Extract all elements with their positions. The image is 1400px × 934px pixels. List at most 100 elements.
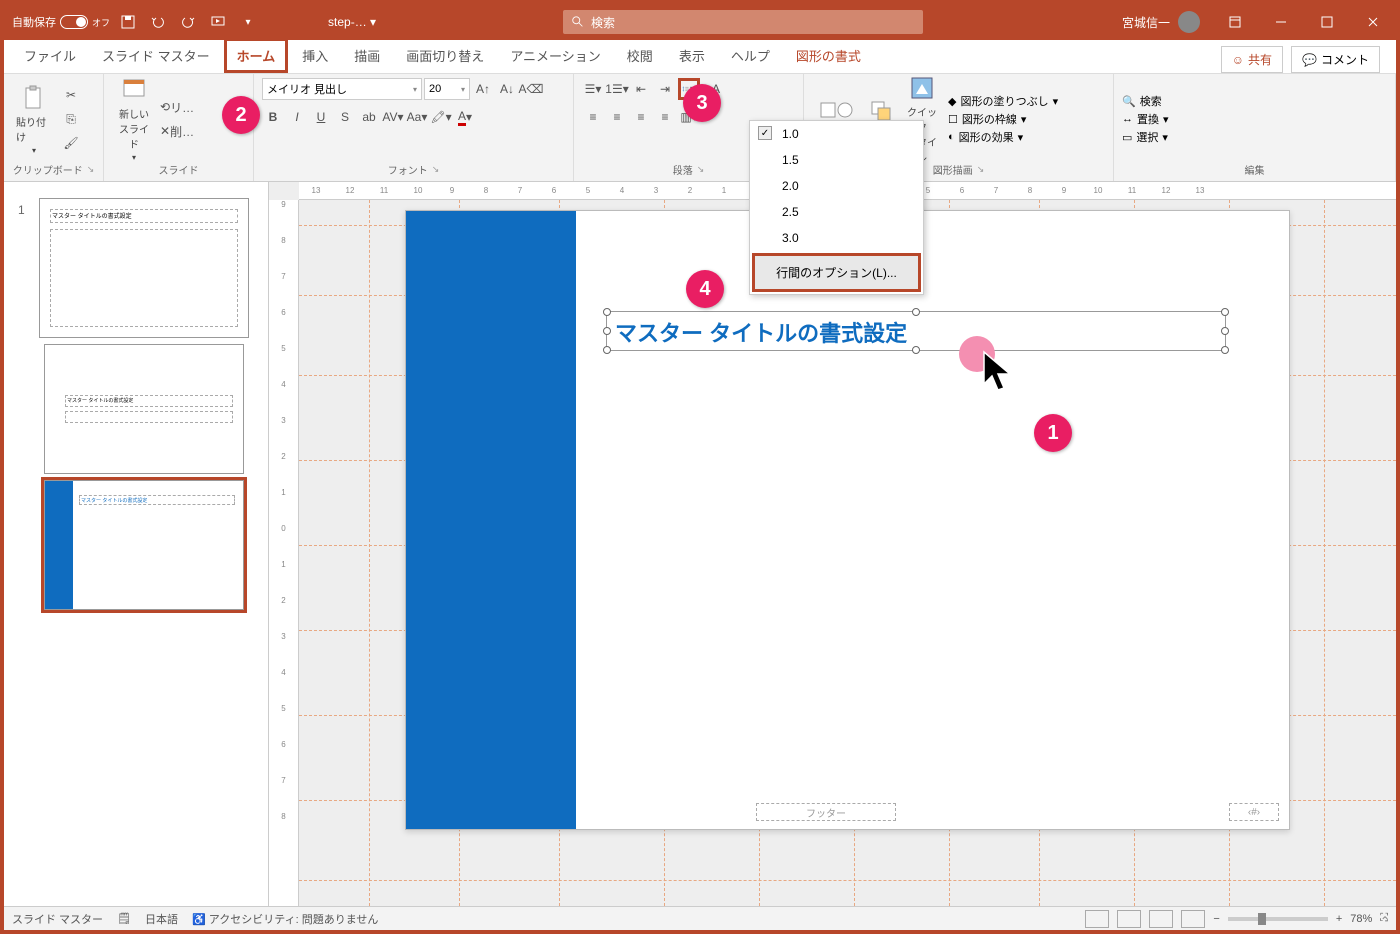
tab-animations[interactable]: アニメーション (498, 38, 612, 73)
copy-icon[interactable]: ⎘ (60, 108, 82, 130)
drawing-launcher-icon[interactable]: ↘ (977, 164, 985, 175)
font-size-combo[interactable]: 20▾ (424, 78, 470, 100)
bold-icon[interactable]: B (262, 106, 284, 128)
tab-draw[interactable]: 描画 (342, 38, 392, 73)
align-justify-icon[interactable]: ≡ (654, 106, 676, 128)
shape-fill-button[interactable]: ◆ 図形の塗りつぶし ▾ (948, 93, 1058, 109)
tab-view[interactable]: 表示 (667, 38, 717, 73)
minimize-icon[interactable] (1258, 4, 1304, 40)
shape-outline-button[interactable]: ☐ 図形の枠線 ▾ (948, 111, 1058, 127)
bullets-icon[interactable]: ☰▾ (582, 78, 604, 100)
normal-view-icon[interactable] (1085, 910, 1109, 928)
master-thumbnail[interactable]: 1 マスター タイトルの書式設定 (39, 198, 249, 338)
line-spacing-2-0[interactable]: 2.0 (750, 173, 923, 199)
indent-decrease-icon[interactable]: ⇤ (630, 78, 652, 100)
callout-2: 2 (222, 96, 260, 134)
close-icon[interactable] (1350, 4, 1396, 40)
reading-view-icon[interactable] (1149, 910, 1173, 928)
page-number-placeholder[interactable]: ‹#› (1229, 803, 1279, 821)
slideshow-view-icon[interactable] (1181, 910, 1205, 928)
new-slide-button[interactable]: 新しい スライド▾ (112, 83, 156, 155)
sorter-view-icon[interactable] (1117, 910, 1141, 928)
status-bar: スライド マスター 🗒 日本語 ♿ アクセシビリティ: 問題ありません − + … (4, 906, 1396, 930)
shape-effects-button[interactable]: ◐ 図形の効果 ▾ (948, 129, 1058, 145)
maximize-icon[interactable] (1304, 4, 1350, 40)
indent-increase-icon[interactable]: ⇥ (654, 78, 676, 100)
collapse-ribbon-icon[interactable]: ⌃ (1380, 914, 1390, 928)
layout-thumbnail-1[interactable]: マスター タイトルの書式設定 (44, 344, 244, 474)
char-spacing-icon[interactable]: AV▾ (382, 106, 404, 128)
notes-icon[interactable]: 🗒 (117, 912, 131, 925)
qat-more-icon[interactable]: ▾ (236, 10, 260, 34)
ribbon-display-icon[interactable] (1212, 4, 1258, 40)
font-launcher-icon[interactable]: ↘ (432, 164, 440, 175)
status-mode: スライド マスター (12, 911, 103, 927)
line-spacing-3-0[interactable]: 3.0 (750, 225, 923, 251)
replace-button[interactable]: ↔ 置換 ▾ (1122, 111, 1169, 127)
zoom-in-icon[interactable]: + (1336, 913, 1342, 925)
paragraph-launcher-icon[interactable]: ↘ (697, 164, 705, 175)
grow-font-icon[interactable]: A↑ (472, 78, 494, 100)
layout-thumbnail-2[interactable]: マスター タイトルの書式設定 (44, 480, 244, 610)
footer-placeholder[interactable]: フッター (756, 803, 896, 821)
undo-icon[interactable] (146, 10, 170, 34)
slideshow-icon[interactable] (206, 10, 230, 34)
change-case-icon[interactable]: Aa▾ (406, 106, 428, 128)
font-name-combo[interactable]: メイリオ 見出し▾ (262, 78, 422, 100)
shrink-font-icon[interactable]: A↓ (496, 78, 518, 100)
numbering-icon[interactable]: 1☰▾ (606, 78, 628, 100)
line-spacing-1-5[interactable]: 1.5 (750, 147, 923, 173)
tab-home[interactable]: ホーム (224, 38, 289, 73)
avatar-icon (1178, 11, 1200, 33)
tab-file[interactable]: ファイル (12, 38, 88, 73)
tab-transitions[interactable]: 画面切り替え (394, 38, 496, 73)
italic-icon[interactable]: I (286, 106, 308, 128)
tab-slide-master[interactable]: スライド マスター (90, 38, 222, 73)
reset-icon[interactable]: ⟲ リ… (160, 96, 194, 118)
align-left-icon[interactable]: ≡ (582, 106, 604, 128)
accessibility-status[interactable]: ♿ アクセシビリティ: 問題ありません (192, 911, 378, 927)
share-button[interactable]: ☺ 共有 (1221, 46, 1283, 73)
callout-1: 1 (1034, 414, 1072, 452)
shadow-icon[interactable]: ab (358, 106, 380, 128)
clipboard-launcher-icon[interactable]: ↘ (87, 164, 95, 175)
tab-help[interactable]: ヘルプ (719, 38, 782, 73)
user-account[interactable]: 宮城信一 (1110, 11, 1212, 33)
align-right-icon[interactable]: ≡ (630, 106, 652, 128)
paste-button[interactable]: 貼り付け▾ (12, 83, 56, 155)
callout-3: 3 (683, 84, 721, 122)
search-box[interactable]: 検索 (563, 10, 923, 34)
zoom-out-icon[interactable]: − (1213, 913, 1219, 925)
align-center-icon[interactable]: ≡ (606, 106, 628, 128)
highlight-icon[interactable]: 🖍▾ (430, 106, 452, 128)
line-spacing-1-0[interactable]: ✓1.0 (750, 121, 923, 147)
vertical-ruler[interactable]: 987654321012345678 (269, 200, 299, 906)
cursor-icon (982, 350, 1018, 394)
line-spacing-2-5[interactable]: 2.5 (750, 199, 923, 225)
zoom-slider[interactable] (1228, 917, 1328, 921)
delete-icon[interactable]: ✕ 削… (160, 120, 194, 142)
comment-button[interactable]: 💬 コメント (1291, 46, 1380, 73)
format-painter-icon[interactable]: 🖌 (60, 132, 82, 154)
underline-icon[interactable]: U (310, 106, 332, 128)
tab-insert[interactable]: 挿入 (290, 38, 340, 73)
tab-review[interactable]: 校閲 (615, 38, 665, 73)
tab-shape-format[interactable]: 図形の書式 (784, 38, 873, 73)
document-title[interactable]: step-… ▾ (328, 15, 376, 29)
status-language[interactable]: 日本語 (145, 911, 178, 927)
clear-format-icon[interactable]: A⌫ (520, 78, 542, 100)
title-placeholder[interactable]: マスター タイトルの書式設定 (606, 311, 1226, 351)
find-button[interactable]: 🔍 検索 (1122, 93, 1169, 109)
line-spacing-options[interactable]: 行間のオプション(L)... (752, 253, 921, 292)
redo-icon[interactable] (176, 10, 200, 34)
select-button[interactable]: ▭ 選択 ▾ (1122, 129, 1169, 145)
slide-blue-panel (406, 211, 576, 829)
cut-icon[interactable]: ✂ (60, 84, 82, 106)
zoom-level[interactable]: 78% (1350, 913, 1372, 925)
save-icon[interactable] (116, 10, 140, 34)
font-color-icon[interactable]: A▾ (454, 106, 476, 128)
thumbnail-panel: 1 マスター タイトルの書式設定 マスター タイトルの書式設定 マスター タイト… (4, 182, 269, 906)
autosave-toggle[interactable]: 自動保存 オフ (12, 14, 110, 30)
strike-icon[interactable]: S (334, 106, 356, 128)
slide-canvas[interactable]: マスター タイトルの書式設定 フッター ‹#› (405, 210, 1290, 830)
